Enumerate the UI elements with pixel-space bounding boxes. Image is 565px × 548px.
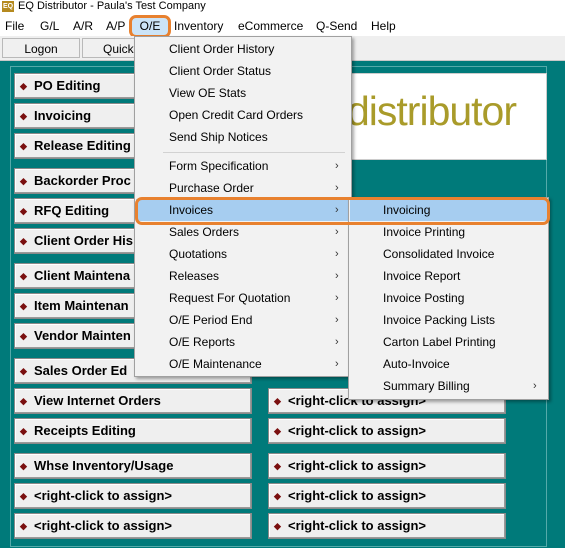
diamond-icon: ◆ <box>20 301 27 311</box>
diamond-icon: ◆ <box>274 521 281 531</box>
diamond-icon: ◆ <box>20 141 27 151</box>
chevron-right-icon: › <box>335 336 339 348</box>
window-title: EQ Distributor - Paula's Test Company <box>18 0 206 12</box>
shortcut-unassigned[interactable]: ◆ <right-click to assign> <box>14 513 252 539</box>
chevron-right-icon: › <box>335 358 339 370</box>
shortcut-receipts-editing[interactable]: ◆ Receipts Editing <box>14 418 252 444</box>
diamond-icon: ◆ <box>20 521 27 531</box>
menu-ap[interactable]: A/P <box>106 17 125 35</box>
invoicing-path-highlight <box>135 197 550 225</box>
shortcut-unassigned[interactable]: ◆ <right-click to assign> <box>268 453 506 479</box>
chevron-right-icon: › <box>335 248 339 260</box>
chevron-right-icon: › <box>335 270 339 282</box>
shortcut-unassigned[interactable]: ◆ <right-click to assign> <box>268 513 506 539</box>
menu-bar: File G/L A/R A/P O/E Inventory eCommerce… <box>0 15 565 36</box>
diamond-icon: ◆ <box>20 366 27 376</box>
menu-item-releases[interactable]: Releases › <box>136 265 350 287</box>
company-logo: distributor <box>320 73 547 160</box>
menu-file[interactable]: File <box>5 17 24 35</box>
chevron-right-icon: › <box>335 314 339 326</box>
diamond-icon: ◆ <box>274 461 281 471</box>
diamond-icon: ◆ <box>20 81 27 91</box>
diamond-icon: ◆ <box>274 396 281 406</box>
diamond-icon: ◆ <box>20 461 27 471</box>
menu-item-oe-reports[interactable]: O/E Reports › <box>136 331 350 353</box>
chevron-right-icon: › <box>335 182 339 194</box>
diamond-icon: ◆ <box>20 111 27 121</box>
menu-item-form-specification[interactable]: Form Specification › <box>136 155 350 177</box>
menu-help[interactable]: Help <box>371 17 396 35</box>
menu-item-client-order-history[interactable]: Client Order History <box>136 38 350 60</box>
menu-item-view-oe-stats[interactable]: View OE Stats <box>136 82 350 104</box>
diamond-icon: ◆ <box>20 176 27 186</box>
diamond-icon: ◆ <box>20 396 27 406</box>
logon-button[interactable]: Logon <box>2 38 80 58</box>
quick-button[interactable]: Quick <box>82 38 142 58</box>
shortcut-unassigned[interactable]: ◆ <right-click to assign> <box>268 483 506 509</box>
menu-item-oe-maintenance[interactable]: O/E Maintenance › <box>136 353 350 375</box>
diamond-icon: ◆ <box>274 426 281 436</box>
menu-item-summary-billing[interactable]: Summary Billing › <box>350 375 547 397</box>
menu-qsend[interactable]: Q-Send <box>316 17 357 35</box>
diamond-icon: ◆ <box>20 206 27 216</box>
app-icon: EQ <box>2 1 14 12</box>
shortcut-unassigned[interactable]: ◆ <right-click to assign> <box>14 483 252 509</box>
menu-item-consolidated-invoice[interactable]: Consolidated Invoice <box>350 243 547 265</box>
menu-item-quotations[interactable]: Quotations › <box>136 243 350 265</box>
menu-item-auto-invoice[interactable]: Auto-Invoice <box>350 353 547 375</box>
diamond-icon: ◆ <box>274 491 281 501</box>
menu-item-invoice-packing-lists[interactable]: Invoice Packing Lists <box>350 309 547 331</box>
menu-item-client-order-status[interactable]: Client Order Status <box>136 60 350 82</box>
menu-inventory[interactable]: Inventory <box>174 17 223 35</box>
diamond-icon: ◆ <box>20 426 27 436</box>
menu-ar[interactable]: A/R <box>73 17 93 35</box>
chevron-right-icon: › <box>335 292 339 304</box>
shortcut-unassigned[interactable]: ◆ <right-click to assign> <box>268 418 506 444</box>
menu-separator <box>163 152 345 153</box>
chevron-right-icon: › <box>533 380 537 392</box>
menu-item-invoice-posting[interactable]: Invoice Posting <box>350 287 547 309</box>
menu-item-purchase-order[interactable]: Purchase Order › <box>136 177 350 199</box>
menu-item-invoice-report[interactable]: Invoice Report <box>350 265 547 287</box>
menu-item-send-ship-notices[interactable]: Send Ship Notices <box>136 126 350 148</box>
menu-item-open-credit-card-orders[interactable]: Open Credit Card Orders <box>136 104 350 126</box>
menu-gl[interactable]: G/L <box>40 17 59 35</box>
invoices-submenu: Invoicing Invoice Printing Consolidated … <box>348 197 549 400</box>
logo-text: distributor <box>347 88 517 134</box>
menu-item-carton-label-printing[interactable]: Carton Label Printing <box>350 331 547 353</box>
shortcut-view-internet-orders[interactable]: ◆ View Internet Orders <box>14 388 252 414</box>
menu-item-request-for-quotation[interactable]: Request For Quotation › <box>136 287 350 309</box>
diamond-icon: ◆ <box>20 491 27 501</box>
menu-ecommerce[interactable]: eCommerce <box>238 17 303 35</box>
shortcut-whse-inventory-usage[interactable]: ◆ Whse Inventory/Usage <box>14 453 252 479</box>
menu-item-oe-period-end[interactable]: O/E Period End › <box>136 309 350 331</box>
diamond-icon: ◆ <box>20 236 27 246</box>
title-bar: EQ EQ Distributor - Paula's Test Company <box>0 0 565 14</box>
chevron-right-icon: › <box>335 160 339 172</box>
oe-menu-highlight <box>129 15 171 38</box>
diamond-icon: ◆ <box>20 331 27 341</box>
diamond-icon: ◆ <box>20 271 27 281</box>
